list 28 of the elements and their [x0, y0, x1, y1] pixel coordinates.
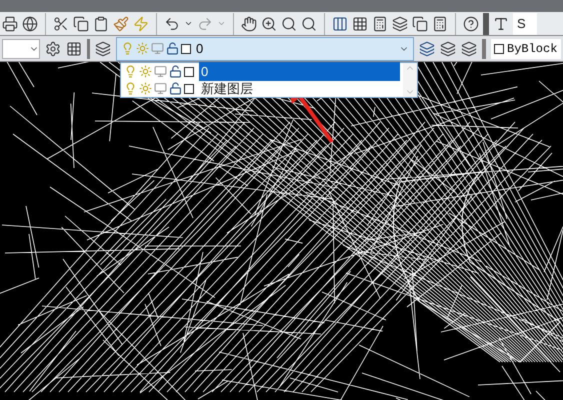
- cut-icon[interactable]: [53, 16, 69, 32]
- toolbar-grip[interactable]: [483, 12, 489, 34]
- zoom-icon[interactable]: [261, 16, 277, 32]
- layer-list-item[interactable]: 新建图层: [121, 80, 403, 97]
- copy-icon[interactable]: [73, 16, 89, 32]
- color-swatch-icon: [184, 84, 194, 94]
- color-swatch-icon: [181, 44, 191, 54]
- globe-icon[interactable]: [22, 16, 38, 32]
- unlock-icon[interactable]: [169, 65, 182, 78]
- layer-combo[interactable]: 0: [116, 36, 414, 60]
- unlock-icon[interactable]: [166, 42, 179, 55]
- layer-name: 0: [196, 40, 204, 58]
- unlock-icon[interactable]: [169, 82, 182, 95]
- toolbar-grip[interactable]: [482, 38, 486, 58]
- color-swatch-icon: [494, 44, 504, 54]
- pan-icon[interactable]: [241, 16, 257, 32]
- gear-icon[interactable]: [45, 40, 61, 56]
- color-combo[interactable]: ByBlock: [491, 38, 561, 58]
- text-style-icon[interactable]: [493, 16, 509, 32]
- color-swatch-icon: [184, 66, 194, 76]
- toolbar-grip[interactable]: [87, 38, 90, 58]
- undo-icon[interactable]: [164, 16, 180, 32]
- text-style-field[interactable]: S: [513, 12, 537, 34]
- caret-icon[interactable]: [184, 19, 193, 28]
- layer-properties-icon[interactable]: [95, 40, 111, 56]
- calculator-icon[interactable]: [432, 16, 448, 32]
- help-icon[interactable]: [463, 16, 479, 32]
- paste-icon[interactable]: [93, 16, 109, 32]
